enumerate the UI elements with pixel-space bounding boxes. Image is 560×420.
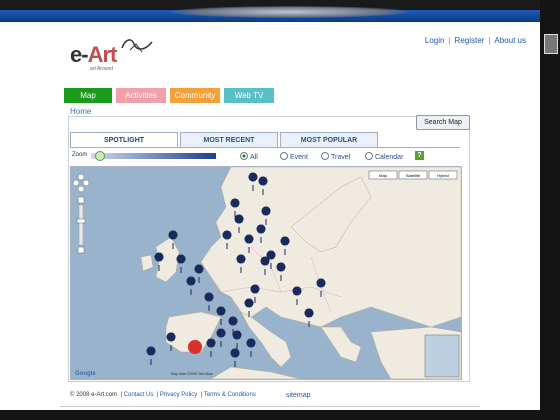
map-type-controls: Map Satellite Hybrid [368, 170, 458, 180]
footer-privacy-link[interactable]: Privacy Policy [160, 392, 197, 398]
map-copyright: Map data ©2008 Tele Atlas [171, 372, 213, 376]
video-glare [170, 6, 410, 18]
nav-tab-map[interactable]: Map [64, 88, 112, 103]
logo-doodle-icon [121, 39, 153, 53]
footer-divider [60, 406, 480, 407]
zoom-handle[interactable] [76, 218, 86, 224]
logo-accent: Art [87, 42, 118, 67]
radio-all[interactable] [240, 152, 248, 160]
europe-map[interactable]: Map Satellite Hybrid Google Map data ©20… [71, 167, 461, 379]
filter-all[interactable]: All [240, 152, 258, 161]
site-logo[interactable]: e-Art art Around [70, 39, 153, 72]
about-link[interactable]: About us [494, 36, 526, 45]
footer-copyright: © 2008 e-Art.com [70, 392, 118, 398]
browser-frame-bottom [0, 410, 560, 420]
nav-tab-webtv[interactable]: Web TV [224, 88, 274, 103]
zoom-track[interactable] [78, 204, 84, 246]
pan-right-icon[interactable] [82, 179, 90, 187]
nav-tab-activities[interactable]: Activities [116, 88, 166, 103]
selected-marker-icon[interactable] [188, 340, 202, 354]
zoom-label: Zoom [72, 152, 88, 158]
browser-frame-right [540, 0, 560, 420]
pan-left-icon[interactable] [72, 179, 80, 187]
pan-down-icon[interactable] [77, 185, 85, 193]
footer-contact-link[interactable]: Contact Us [124, 392, 154, 398]
scroll-thumb[interactable] [544, 34, 558, 54]
map-type-hybrid-label: Hybrid [437, 173, 449, 178]
map-view[interactable]: Map Satellite Hybrid Google Map data ©20… [70, 166, 462, 380]
browser-frame-top [0, 0, 560, 22]
footer-terms-link[interactable]: Terms & Conditions [204, 392, 256, 398]
tab-underline [70, 147, 460, 148]
zoom-slider-knob[interactable] [95, 151, 105, 161]
tab-spotlight[interactable]: SPOTLIGHT [70, 132, 178, 148]
pan-up-icon[interactable] [77, 173, 85, 181]
logo-tagline: art Around [90, 66, 114, 72]
zoom-out-icon[interactable] [77, 246, 85, 254]
search-map-button[interactable]: Search Map [416, 115, 470, 130]
footer: © 2008 e-Art.com | Contact Us | Privacy … [70, 392, 256, 398]
sitemap-link[interactable]: sitemap [286, 392, 311, 399]
tab-most-recent[interactable]: MOST RECENT [180, 132, 278, 148]
filter-calendar[interactable]: Calendar [365, 152, 403, 161]
zoom-in-icon[interactable] [77, 196, 85, 204]
breadcrumb-home[interactable]: Home [70, 107, 91, 116]
top-links: Login | Register | About us [424, 36, 526, 45]
filter-event[interactable]: Event [280, 152, 308, 161]
filter-travel[interactable]: Travel [321, 152, 350, 161]
login-link[interactable]: Login [425, 36, 445, 45]
map-type-map-label: Map [379, 173, 388, 178]
register-link[interactable]: Register [455, 36, 485, 45]
help-icon[interactable]: ? [415, 151, 424, 160]
radio-travel[interactable] [321, 152, 329, 160]
map-type-satellite-label: Satellite [406, 173, 421, 178]
radio-calendar[interactable] [365, 152, 373, 160]
google-logo: Google [75, 371, 96, 377]
tab-most-popular[interactable]: MOST POPULAR [280, 132, 378, 148]
zoom-slider[interactable] [91, 151, 216, 161]
overview-map[interactable] [424, 334, 460, 378]
nav-tab-community[interactable]: Community [170, 88, 220, 103]
radio-event[interactable] [280, 152, 288, 160]
logo-text: e- [70, 42, 89, 67]
